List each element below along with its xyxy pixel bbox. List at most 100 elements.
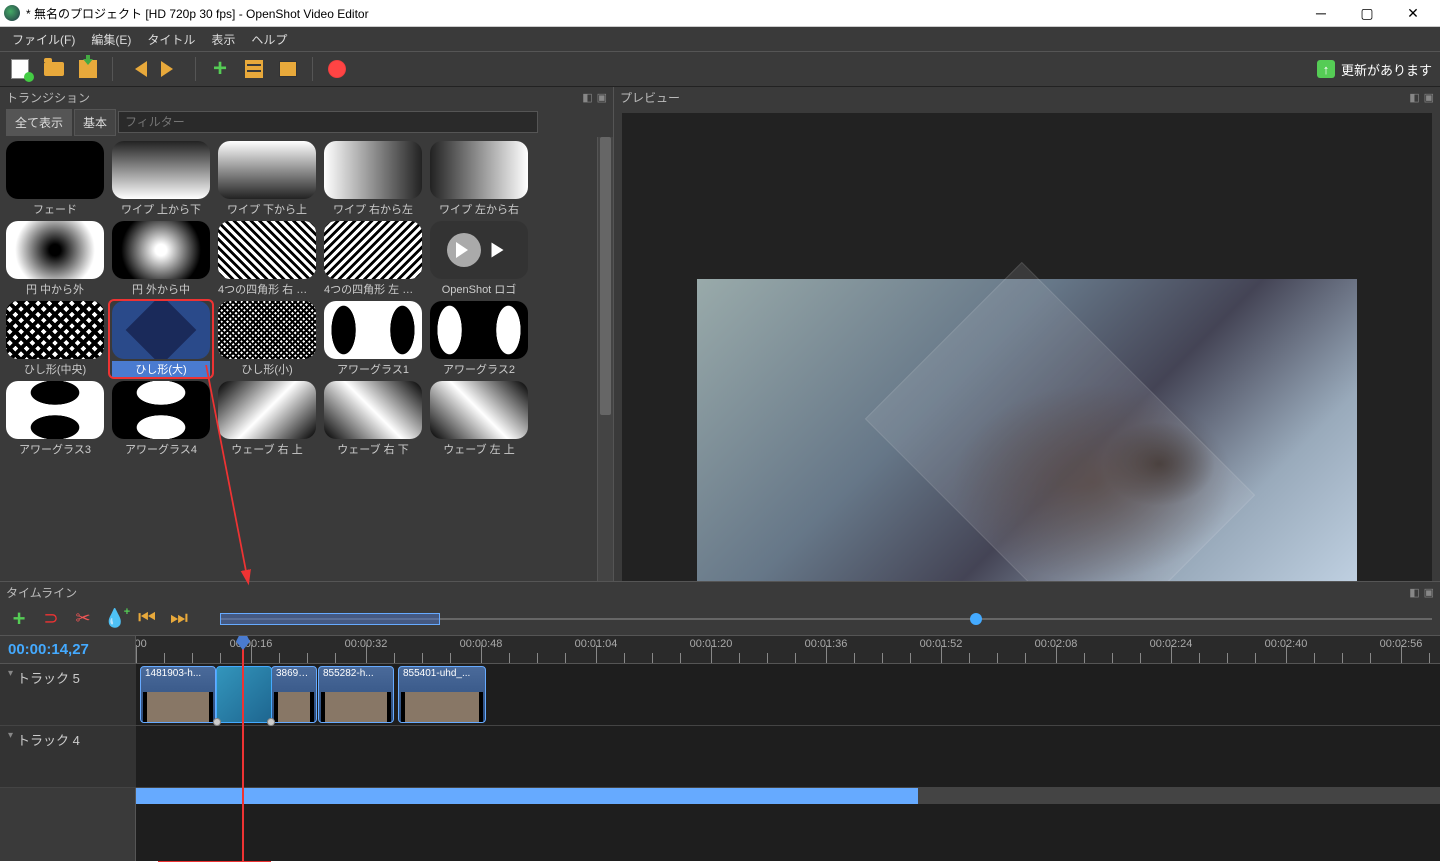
track-content[interactable]: 1481903-h... 386910...855282-h... 855401-u… [136,664,1440,726]
timeline-ruler[interactable]: 0:0000:00:1600:00:3200:00:4800:01:0400:0… [136,636,1440,664]
clip-title: 855282-h... [319,667,393,680]
transition-label: アワーグラス1 [324,361,422,377]
menu-file[interactable]: ファイル(F) [4,28,83,51]
timeline-dock-icon[interactable]: ◧ [1409,586,1419,599]
transition-item[interactable]: ウェーブ 左 上 [428,381,530,457]
transition-thumb [430,221,528,279]
transition-thumb [112,141,210,199]
transition-item[interactable]: OpenShot ロゴ [428,221,530,297]
transition-item[interactable]: 4つの四角形 左 バー [322,221,424,297]
transition-thumb [6,381,104,439]
transitions-panel-header: トランジション ◧ ▣ [0,87,613,107]
transition-item[interactable]: ひし形(大) [110,301,212,377]
track-content[interactable] [136,726,1440,788]
transition-thumb [430,141,528,199]
add-track-button[interactable]: + [8,608,30,630]
transition-item[interactable]: アワーグラス2 [428,301,530,377]
timeline-panel-title: タイムライン [6,584,77,601]
update-icon: ↑ [1317,60,1335,78]
transition-item[interactable]: ワイプ 下から上 [216,141,318,217]
clip[interactable]: 855282-h... [318,666,394,723]
clip[interactable]: 855401-uhd_... [398,666,486,723]
track-label[interactable]: トラック 5 [0,664,136,726]
menu-title[interactable]: タイトル [139,28,203,51]
timeline-horizontal-scrollbar[interactable] [136,788,1440,804]
undo-button[interactable] [125,57,149,81]
transition-label: 4つの四角形 左 バー [324,281,422,297]
transition-label: ワイプ 右から左 [324,201,422,217]
transition-thumb [324,301,422,359]
transition-item[interactable]: ひし形(小) [216,301,318,377]
transition-label: アワーグラス4 [112,441,210,457]
maximize-button[interactable]: ▢ [1352,3,1382,23]
transition-item[interactable]: ウェーブ 右 上 [216,381,318,457]
transition-item[interactable]: ワイプ 左から右 [428,141,530,217]
close-button[interactable]: ✕ [1398,3,1428,23]
menu-help[interactable]: ヘルプ [243,28,295,51]
transition-thumb [218,141,316,199]
timeline-panel-header: タイムライン ◧ ▣ [0,582,1440,602]
transition-label: ひし形(小) [218,361,316,377]
transition-label: ウェーブ 右 上 [218,441,316,457]
filter-basic[interactable]: 基本 [74,109,116,136]
export-button[interactable] [325,57,349,81]
panel-close-icon[interactable]: ▣ [597,91,607,104]
app-icon [4,5,20,21]
next-marker-button[interactable]: ⏭ [168,608,190,630]
timeline-close-icon[interactable]: ▣ [1424,586,1434,599]
filter-show-all[interactable]: 全て表示 [6,109,72,136]
transitions-panel-title: トランジション [6,89,90,106]
razor-button[interactable]: ✂ [72,608,94,630]
transition-label: 円 外から中 [112,281,210,297]
transition-label: OpenShot ロゴ [430,281,528,297]
transition-item[interactable]: ウェーブ 右 下 [322,381,424,457]
import-files-button[interactable]: + [208,57,232,81]
transition-thumb [324,381,422,439]
transition-item[interactable]: ワイプ 上から下 [110,141,212,217]
clip[interactable]: 1481903-h... [140,666,216,723]
preview-panel-header: プレビュー ◧ ▣ [614,87,1440,107]
transition-item[interactable]: アワーグラス4 [110,381,212,457]
menu-edit[interactable]: 編集(E) [83,28,139,51]
save-project-button[interactable] [76,57,100,81]
track-label[interactable]: トラック 4 [0,726,136,788]
timeline-zoom-slider[interactable] [220,611,1432,627]
transition-clip[interactable] [216,666,272,723]
transition-item[interactable]: アワーグラス1 [322,301,424,377]
clip[interactable]: 386910... [271,666,317,723]
filter-input[interactable] [118,111,538,133]
transition-label: ひし形(大) [112,361,210,377]
transition-thumb [112,221,210,279]
panel-dock-icon[interactable]: ◧ [582,91,592,104]
profile-button[interactable] [242,57,266,81]
transition-item[interactable]: 4つの四角形 右 バー [216,221,318,297]
transition-thumb [112,381,210,439]
playhead[interactable] [242,636,244,861]
fullscreen-button[interactable] [276,57,300,81]
prev-marker-button[interactable]: ⏮ [136,608,158,630]
preview-dock-icon[interactable]: ◧ [1409,91,1419,104]
add-marker-button[interactable]: 💧 [104,608,126,630]
snap-button[interactable]: ⊃ [40,608,62,630]
transition-item[interactable]: アワーグラス3 [4,381,106,457]
redo-button[interactable] [159,57,183,81]
minimize-button[interactable]: ─ [1306,3,1336,23]
transition-thumb [430,301,528,359]
transition-item[interactable]: ひし形(中央) [4,301,106,377]
preview-close-icon[interactable]: ▣ [1424,91,1434,104]
transition-item[interactable]: フェード [4,141,106,217]
clip-title: 386910... [272,667,316,680]
open-project-button[interactable] [42,57,66,81]
transition-thumb [430,381,528,439]
transition-item[interactable]: 円 外から中 [110,221,212,297]
transition-thumb [6,301,104,359]
transition-thumb [324,141,422,199]
transition-thumb [218,301,316,359]
update-notice[interactable]: ↑ 更新があります [1317,60,1432,79]
new-project-button[interactable] [8,57,32,81]
window-title: * 無名のプロジェクト [HD 720p 30 fps] - OpenShot … [26,5,1306,22]
transition-item[interactable]: ワイプ 右から左 [322,141,424,217]
transition-item[interactable]: 円 中から外 [4,221,106,297]
menu-view[interactable]: 表示 [203,28,243,51]
transition-label: 円 中から外 [6,281,104,297]
